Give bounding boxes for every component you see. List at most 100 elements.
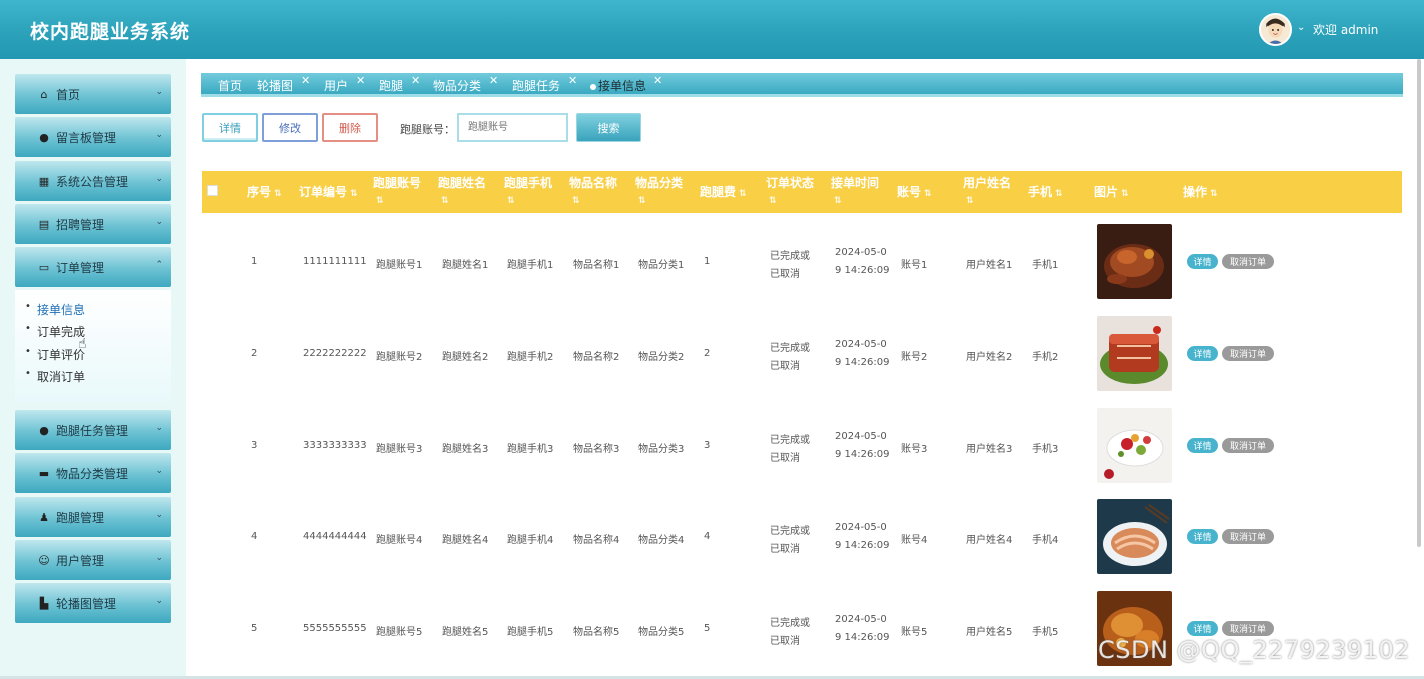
table-header: 序号 ⇅ 订单编号 ⇅ 跑腿账号 ⇅ 跑腿姓名 ⇅ 跑腿手机 ⇅ 物品名称 ⇅ 物品分类 ⇅ … bbox=[202, 171, 1402, 213]
chevron-down-icon: ⌄ bbox=[155, 217, 163, 227]
column-header-accept-time[interactable]: 接单时间 ⇅ bbox=[831, 175, 879, 209]
sidebar-item-label: 物品分类管理 bbox=[56, 466, 129, 481]
user-avatar[interactable] bbox=[1259, 13, 1292, 46]
cell-order-no: 5555555555 bbox=[303, 623, 367, 634]
sidebar-item-message-board[interactable]: ● 留言板管理 ⌄ bbox=[15, 117, 171, 157]
vertical-scrollbar[interactable] bbox=[1417, 59, 1421, 547]
cell-runner-account: 跑腿账号1 bbox=[376, 260, 423, 271]
tab-runner-tasks[interactable]: 跑腿任务 bbox=[512, 77, 560, 94]
sidebar-item-runners[interactable]: ♟ 跑腿管理 ⌄ bbox=[15, 497, 171, 537]
cell-time-line2: 9 14:26:09 bbox=[835, 540, 890, 551]
submenu-order-accepted[interactable]: 接单信息 bbox=[25, 301, 85, 318]
sidebar-item-item-categories[interactable]: ▬ 物品分类管理 ⌄ bbox=[15, 453, 171, 493]
cell-status-line2: 已取消 bbox=[770, 453, 800, 464]
sort-icon: ⇅ bbox=[274, 189, 282, 199]
sort-icon: ⇅ bbox=[769, 196, 777, 206]
row-cancel-order-button[interactable]: 取消订单 bbox=[1222, 346, 1274, 361]
tab-close-icon[interactable]: ✕ bbox=[568, 74, 577, 87]
salad-plate-image bbox=[1097, 408, 1172, 483]
row-cancel-order-button[interactable]: 取消订单 bbox=[1222, 621, 1274, 636]
tab-close-icon[interactable]: ✕ bbox=[356, 74, 365, 87]
sidebar-item-label: 系统公告管理 bbox=[56, 174, 129, 189]
sort-icon: ⇅ bbox=[739, 189, 747, 199]
row-cancel-order-button[interactable]: 取消订单 bbox=[1222, 254, 1274, 269]
sidebar-item-recruitment[interactable]: ▤ 招聘管理 ⌄ bbox=[15, 204, 171, 244]
search-label: 跑腿账号： bbox=[400, 123, 455, 136]
sidebar-item-carousel[interactable]: ▙ 轮播图管理 ⌄ bbox=[15, 583, 171, 623]
edit-button[interactable]: 修改 bbox=[262, 113, 318, 142]
tab-close-icon[interactable]: ✕ bbox=[301, 74, 310, 87]
row-detail-button[interactable]: 详情 bbox=[1187, 438, 1218, 453]
tab-carousel[interactable]: 轮播图 bbox=[257, 77, 293, 94]
tab-item-categories[interactable]: 物品分类 bbox=[433, 77, 481, 94]
watermark: CSDN @QQ_2279239102 bbox=[1098, 636, 1411, 664]
column-header-image[interactable]: 图片 ⇅ bbox=[1094, 184, 1129, 202]
cell-time-line1: 2024-05-0 bbox=[835, 247, 887, 258]
chevron-up-icon: ⌃ bbox=[155, 260, 163, 270]
chevron-down-icon: ⌄ bbox=[155, 87, 163, 97]
column-header-phone[interactable]: 手机 ⇅ bbox=[1028, 184, 1063, 202]
column-header-actions[interactable]: 操作 ⇅ bbox=[1183, 184, 1218, 202]
sidebar-item-announcements[interactable]: ▦ 系统公告管理 ⌄ bbox=[15, 161, 171, 201]
row-detail-button[interactable]: 详情 bbox=[1187, 621, 1218, 636]
column-header-runner-phone[interactable]: 跑腿手机 ⇅ bbox=[504, 175, 552, 209]
chevron-down-icon: ⌄ bbox=[155, 130, 163, 140]
column-header-runner-account[interactable]: 跑腿账号 ⇅ bbox=[373, 175, 421, 209]
row-detail-button[interactable]: 详情 bbox=[1187, 529, 1218, 544]
column-header-status[interactable]: 订单状态 ⇅ bbox=[766, 175, 814, 209]
chevron-down-icon: ⌄ bbox=[155, 423, 163, 433]
tab-runners[interactable]: 跑腿 bbox=[379, 77, 403, 94]
tab-close-icon[interactable]: ✕ bbox=[653, 74, 662, 87]
sidebar-item-label: 跑腿任务管理 bbox=[56, 423, 129, 438]
tab-home[interactable]: 首页 bbox=[218, 77, 242, 94]
cell-time-line1: 2024-05-0 bbox=[835, 522, 887, 533]
cell-account: 账号4 bbox=[901, 535, 928, 546]
table-row: 1 1111111111 跑腿账号1 跑腿姓名1 跑腿手机1 物品名称1 物品分… bbox=[202, 216, 1402, 308]
sort-icon: ⇅ bbox=[441, 196, 449, 206]
welcome-text[interactable]: 欢迎 admin bbox=[1313, 21, 1378, 38]
search-button[interactable]: 搜索 bbox=[576, 113, 641, 142]
column-header-seq[interactable]: 序号 ⇅ bbox=[247, 184, 282, 202]
sidebar-item-label: 留言板管理 bbox=[56, 130, 117, 145]
cell-runner-name: 跑腿姓名5 bbox=[442, 627, 489, 638]
column-header-fee[interactable]: 跑腿费 ⇅ bbox=[700, 184, 747, 202]
sort-icon: ⇅ bbox=[1210, 189, 1218, 199]
column-header-item-name[interactable]: 物品名称 ⇅ bbox=[569, 175, 617, 209]
user-menu-chevron-icon[interactable]: ⌄ bbox=[1297, 22, 1305, 33]
table-row: 3 3333333333 跑腿账号3 跑腿姓名3 跑腿手机3 物品名称3 物品分… bbox=[202, 400, 1402, 492]
delete-button[interactable]: 删除 bbox=[322, 113, 378, 142]
tab-order-accepted[interactable]: 接单信息 bbox=[590, 77, 646, 94]
cell-phone: 手机4 bbox=[1032, 535, 1059, 546]
active-dot-icon bbox=[590, 83, 596, 90]
sidebar-item-orders[interactable]: ▭ 订单管理 ⌃ bbox=[15, 247, 171, 287]
grid-icon: ▦ bbox=[38, 174, 50, 188]
user-icon: ♟ bbox=[39, 510, 49, 524]
cell-status-line2: 已取消 bbox=[770, 636, 800, 647]
cell-phone: 手机2 bbox=[1032, 352, 1059, 363]
tab-close-icon[interactable]: ✕ bbox=[489, 74, 498, 87]
column-header-user-name[interactable]: 用户姓名 ⇅ bbox=[963, 175, 1011, 209]
row-cancel-order-button[interactable]: 取消订单 bbox=[1222, 438, 1274, 453]
cell-item-name: 物品名称4 bbox=[573, 535, 620, 546]
select-all-checkbox[interactable] bbox=[207, 185, 218, 196]
cell-seq: 5 bbox=[251, 623, 258, 634]
tab-close-icon[interactable]: ✕ bbox=[411, 74, 420, 87]
runner-account-search-input[interactable] bbox=[457, 113, 568, 142]
sidebar-item-label: 轮播图管理 bbox=[56, 596, 117, 611]
tab-users[interactable]: 用户 bbox=[324, 77, 348, 94]
column-header-item-category[interactable]: 物品分类 ⇅ bbox=[635, 175, 683, 209]
row-detail-button[interactable]: 详情 bbox=[1187, 254, 1218, 269]
detail-button[interactable]: 详情 bbox=[202, 113, 258, 142]
tab-label: 接单信息 bbox=[598, 79, 647, 93]
column-header-order-no[interactable]: 订单编号 ⇅ bbox=[299, 184, 358, 202]
row-cancel-order-button[interactable]: 取消订单 bbox=[1222, 529, 1274, 544]
sidebar-item-runner-tasks[interactable]: ● 跑腿任务管理 ⌄ bbox=[15, 410, 171, 450]
sidebar-item-users[interactable]: ☺ 用户管理 ⌄ bbox=[15, 540, 171, 580]
column-header-account[interactable]: 账号 ⇅ bbox=[897, 184, 932, 202]
cell-runner-name: 跑腿姓名4 bbox=[442, 535, 489, 546]
submenu-order-cancel[interactable]: 取消订单 bbox=[25, 368, 85, 385]
sort-icon: ⇅ bbox=[966, 196, 974, 206]
column-header-runner-name[interactable]: 跑腿姓名 ⇅ bbox=[438, 175, 486, 209]
sidebar-item-home[interactable]: ⌂ 首页 ⌄ bbox=[15, 74, 171, 114]
row-detail-button[interactable]: 详情 bbox=[1187, 346, 1218, 361]
